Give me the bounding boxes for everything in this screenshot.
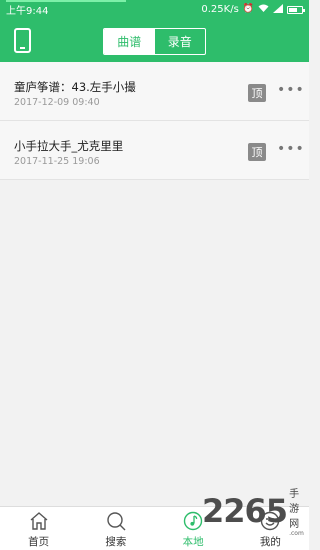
item-title: 童庐筝谱：43.左手小撮 [14, 80, 136, 94]
phone-icon[interactable] [14, 28, 31, 53]
wifi-icon [258, 4, 269, 16]
status-time: 上午9:44 [6, 6, 49, 17]
list-item[interactable]: 童庐筝谱：43.左手小撮 2017-12-09 09:40 顶 ••• [0, 62, 309, 121]
music-note-icon [183, 511, 203, 531]
top-bar: 曲谱 录音 [0, 19, 309, 62]
tab-scores[interactable]: 曲谱 [104, 29, 155, 54]
battery-icon [287, 5, 305, 14]
status-bar: 上午9:44 0.25K/s ⏰ [0, 0, 309, 19]
status-indicators: 0.25K/s ⏰ [201, 3, 305, 16]
item-title: 小手拉大手_尤克里里 [14, 139, 124, 153]
item-date: 2017-12-09 09:40 [14, 97, 100, 108]
alarm-icon: ⏰ [242, 4, 254, 14]
more-options-icon[interactable]: ••• [277, 82, 304, 98]
tab-search-label: 搜索 [105, 536, 127, 548]
tab-home[interactable]: 首页 [0, 507, 77, 550]
watermark-number: 2265 [202, 492, 288, 530]
tab-home-label: 首页 [28, 536, 50, 548]
pin-to-top-button[interactable]: 顶 [248, 84, 266, 102]
network-speed: 0.25K/s [201, 4, 239, 15]
more-options-icon[interactable]: ••• [277, 141, 304, 157]
signal-icon [273, 3, 283, 16]
watermark-logo: 2265 手游网 .com [202, 489, 309, 537]
tab-search[interactable]: 搜索 [77, 507, 154, 550]
local-score-list: 童庐筝谱：43.左手小撮 2017-12-09 09:40 顶 ••• 小手拉大… [0, 62, 309, 180]
watermark-text: 手游网 [289, 489, 300, 530]
segment-control: 曲谱 录音 [103, 28, 206, 55]
list-item[interactable]: 小手拉大手_尤克里里 2017-11-25 19:06 顶 ••• [0, 121, 309, 180]
tab-local-label: 本地 [182, 536, 204, 548]
status-progress-line [6, 0, 126, 2]
tab-recordings[interactable]: 录音 [155, 29, 206, 54]
pin-to-top-button[interactable]: 顶 [248, 143, 266, 161]
tab-mine-label: 我的 [259, 536, 281, 548]
home-icon [30, 512, 48, 530]
item-date: 2017-11-25 19:06 [14, 156, 100, 167]
search-icon [107, 512, 126, 531]
watermark-url: .com [289, 530, 304, 537]
